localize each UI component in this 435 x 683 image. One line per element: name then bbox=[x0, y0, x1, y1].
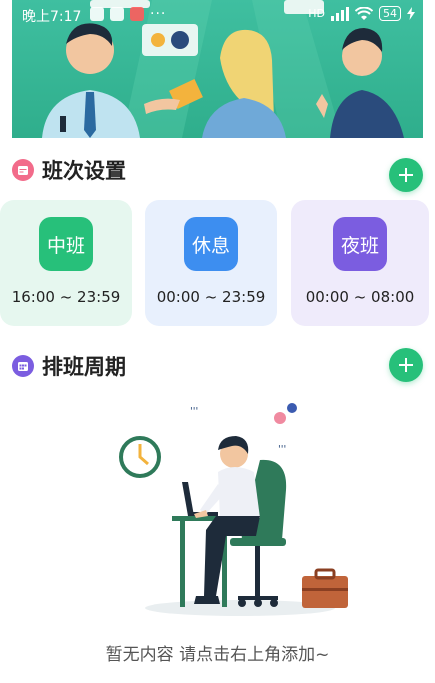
notification-icon bbox=[130, 7, 144, 21]
status-time: 晚上7:17 bbox=[22, 9, 82, 25]
shift-time: 16:00 ~ 23:59 bbox=[11, 288, 121, 306]
empty-state-message: 暂无内容 请点击右上角添加~ bbox=[105, 645, 330, 665]
empty-state-illustration: ''' ''' bbox=[119, 403, 348, 616]
plus-icon bbox=[399, 358, 413, 372]
shift-card-night[interactable]: 夜班 00:00 ~ 08:00 bbox=[291, 200, 429, 326]
shift-badge: 休息 bbox=[184, 217, 238, 271]
more-notifications: ··· bbox=[150, 6, 167, 22]
notification-icon bbox=[110, 7, 124, 21]
calendar-icon bbox=[12, 159, 34, 181]
battery-icon: 54 bbox=[379, 6, 401, 21]
shift-card-rest[interactable]: 休息 00:00 ~ 23:59 bbox=[145, 200, 277, 326]
svg-text:''': ''' bbox=[190, 406, 198, 417]
schedule-icon bbox=[12, 355, 34, 377]
status-right: HD 54 bbox=[308, 6, 415, 21]
section-title: 排班周期 bbox=[42, 355, 126, 379]
network-label: HD bbox=[308, 7, 325, 20]
shift-settings-header: 班次设置 bbox=[12, 154, 126, 186]
shift-badge: 中班 bbox=[39, 217, 93, 271]
charging-icon bbox=[407, 7, 415, 20]
shift-card-middle[interactable]: 中班 16:00 ~ 23:59 bbox=[0, 200, 132, 326]
add-cycle-button[interactable] bbox=[389, 348, 423, 382]
status-bar: 晚上7:17 ··· HD 54 bbox=[0, 0, 435, 30]
shift-badge: 夜班 bbox=[333, 217, 387, 271]
shift-time: 00:00 ~ 23:59 bbox=[156, 288, 266, 306]
plus-icon bbox=[399, 168, 413, 182]
schedule-cycle-header: 排班周期 bbox=[12, 350, 126, 382]
wifi-icon bbox=[355, 6, 373, 20]
signal-icon bbox=[331, 6, 349, 21]
svg-text:''': ''' bbox=[278, 444, 286, 455]
add-shift-button[interactable] bbox=[389, 158, 423, 192]
notification-icon bbox=[90, 7, 104, 21]
shift-time: 00:00 ~ 08:00 bbox=[305, 288, 415, 306]
notification-icons: ··· bbox=[90, 6, 166, 22]
section-title: 班次设置 bbox=[42, 159, 126, 183]
